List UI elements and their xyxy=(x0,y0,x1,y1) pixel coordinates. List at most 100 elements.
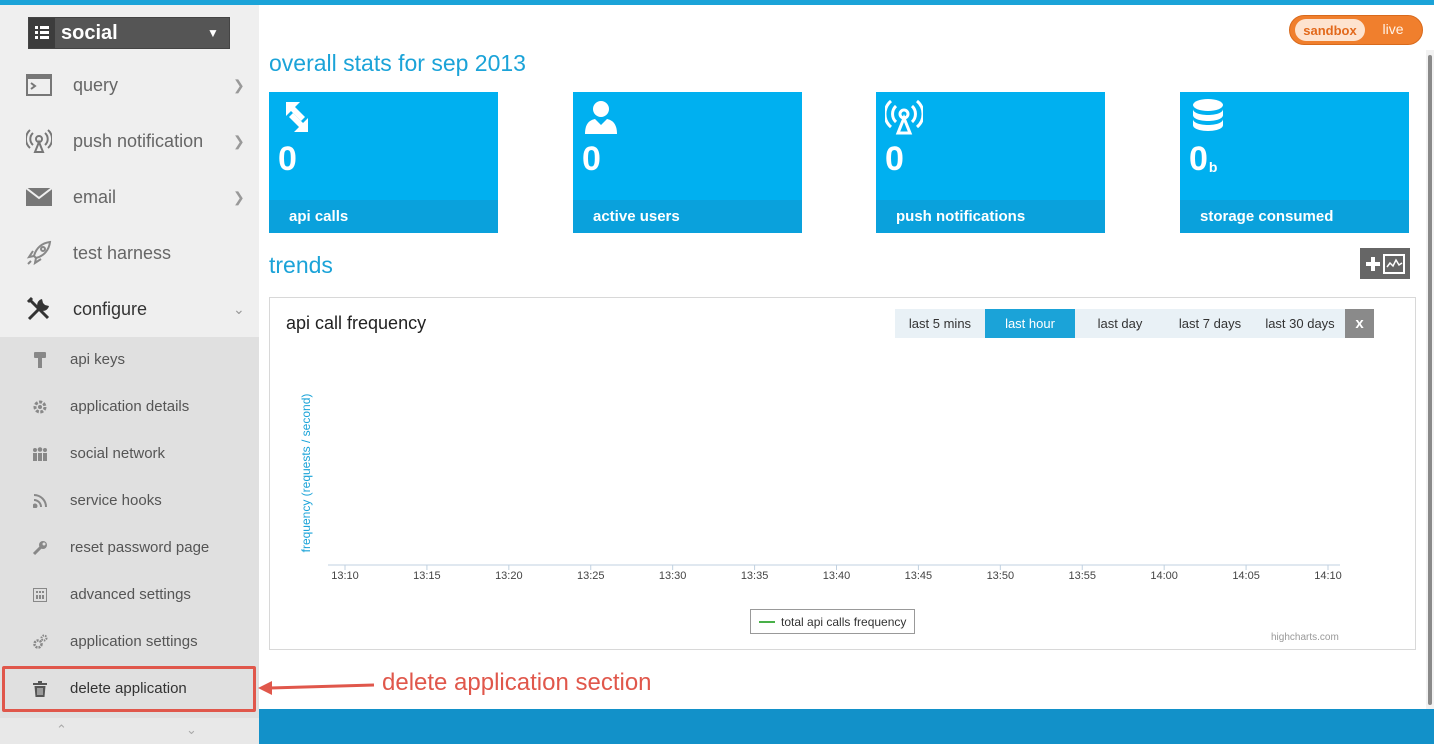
stat-tile-storage-consumed[interactable]: 0b storage consumed xyxy=(1180,92,1409,233)
chart-icon xyxy=(1382,253,1405,274)
nav-item-label: test harness xyxy=(73,242,172,263)
wrench-icon xyxy=(30,538,50,558)
range-button-last-7-days[interactable]: last 7 days xyxy=(1165,309,1255,338)
chevron-down-icon: ▼ xyxy=(207,26,219,40)
nav-item-label: email xyxy=(73,186,117,207)
sub-item-label: reset password page xyxy=(70,539,210,556)
rocket-icon xyxy=(24,238,54,268)
annotation-label: delete application section xyxy=(382,669,652,696)
y-axis-label: frequency (requests / second) xyxy=(299,394,313,553)
range-button-last-hour[interactable]: last hour xyxy=(985,309,1075,338)
stat-label: active users xyxy=(573,200,802,233)
sub-item-application-settings[interactable]: application settings xyxy=(0,618,259,665)
x-tick-label: 14:05 xyxy=(1232,570,1260,582)
chevron-right-icon: ❯ xyxy=(233,132,245,149)
chart-panel: 13:10 13:15 13:20 13:25 13:30 13:35 13:40 13:45… xyxy=(269,297,1416,650)
rss-icon xyxy=(30,491,50,511)
nav-item-push-notification[interactable]: push notification ❯ xyxy=(0,113,259,169)
sub-item-social-network[interactable]: social network xyxy=(0,430,259,477)
sub-item-label: api keys xyxy=(70,351,126,368)
x-tick-label: 13:15 xyxy=(413,570,441,582)
nav-item-query[interactable]: query ❯ xyxy=(0,57,259,113)
chevron-down-icon: ⌄ xyxy=(233,300,245,317)
env-sandbox-option[interactable]: sandbox xyxy=(1295,19,1365,41)
sub-item-label: advanced settings xyxy=(70,586,191,603)
sub-item-label: service hooks xyxy=(70,492,162,509)
range-button-last-day[interactable]: last day xyxy=(1075,309,1165,338)
x-tick-label: 13:35 xyxy=(741,570,769,582)
chevron-right-icon: ❯ xyxy=(233,76,245,93)
grid-icon xyxy=(29,18,55,48)
stat-label: api calls xyxy=(269,200,498,233)
overview-title: overall stats for sep 2013 xyxy=(269,50,526,76)
x-tick-label: 13:10 xyxy=(331,570,359,582)
legend-swatch xyxy=(759,620,775,623)
trends-title: trends xyxy=(269,252,333,278)
close-chart-button[interactable]: x xyxy=(1345,309,1374,338)
chart-legend[interactable]: total api calls frequency xyxy=(750,609,916,634)
chevron-up-icon[interactable]: ⌃ xyxy=(56,722,67,738)
x-tick-label: 13:50 xyxy=(987,570,1015,582)
env-live-option[interactable]: live xyxy=(1373,21,1413,37)
sidebar-footer: ⌃ ⌄ xyxy=(0,718,259,744)
footer-bar xyxy=(259,709,1434,744)
user-icon xyxy=(585,101,617,134)
nav-item-test-harness[interactable]: test harness xyxy=(0,225,259,281)
sub-item-api-keys[interactable]: api keys xyxy=(0,336,259,383)
x-tick-label: 13:30 xyxy=(659,570,687,582)
legend-label: total api calls frequency xyxy=(781,614,907,629)
stat-tile-active-users[interactable]: 0 active users xyxy=(573,92,802,233)
x-tick-label: 13:20 xyxy=(495,570,523,582)
x-tick-label: 13:45 xyxy=(905,570,933,582)
range-button-last-30-days[interactable]: last 30 days xyxy=(1255,309,1345,338)
stat-value: 0 xyxy=(278,140,297,178)
envelope-icon xyxy=(24,182,54,212)
chart-title: api call frequency xyxy=(286,313,427,333)
sub-item-label: application details xyxy=(70,398,190,415)
sub-item-application-details[interactable]: application details xyxy=(0,383,259,430)
tools-icon xyxy=(24,294,54,324)
arrows-icon xyxy=(286,102,308,132)
sub-item-label: social network xyxy=(70,445,166,462)
sub-item-service-hooks[interactable]: service hooks xyxy=(0,477,259,524)
broadcast-icon xyxy=(24,126,54,156)
nav-item-label: query xyxy=(73,74,119,95)
sub-item-advanced-settings[interactable]: advanced settings xyxy=(0,571,259,618)
chevron-right-icon: ❯ xyxy=(233,188,245,205)
broadcast-icon xyxy=(885,99,923,135)
chart-credit[interactable]: highcharts.com xyxy=(1271,632,1339,643)
nav-item-email[interactable]: email ❯ xyxy=(0,169,259,225)
calculator-icon xyxy=(30,585,50,605)
sidebar: social ▼ query ❯ push notification ❯ ema… xyxy=(0,5,259,744)
stat-tile-api-calls[interactable]: 0 api calls xyxy=(269,92,498,233)
gear-icon xyxy=(30,397,50,417)
stat-value: 0b xyxy=(1189,140,1218,178)
database-icon xyxy=(1193,99,1223,131)
stat-label: storage consumed xyxy=(1180,200,1409,233)
terminal-icon xyxy=(24,70,54,100)
x-tick-label: 13:55 xyxy=(1068,570,1096,582)
add-chart-button[interactable] xyxy=(1360,248,1410,279)
x-tick-label: 13:40 xyxy=(823,570,851,582)
nav-item-label: push notification xyxy=(73,130,204,151)
environment-toggle[interactable]: sandbox live xyxy=(1289,15,1423,45)
nav-item-configure[interactable]: configure ⌄ xyxy=(0,281,259,337)
app-selector[interactable]: social ▼ xyxy=(28,17,230,49)
chevron-down-icon[interactable]: ⌄ xyxy=(186,722,197,738)
key-icon xyxy=(30,350,50,370)
stat-label: push notifications xyxy=(876,200,1105,233)
stat-value: 0 xyxy=(885,140,904,178)
delete-application-highlight xyxy=(2,666,256,712)
chart-canvas: 13:10 13:15 13:20 13:25 13:30 13:35 13:40 13:45… xyxy=(299,394,1342,582)
plus-icon xyxy=(1365,256,1380,271)
range-button-last-5-mins[interactable]: last 5 mins xyxy=(895,309,985,338)
nav-item-label: configure xyxy=(73,298,148,319)
sub-item-reset-password-page[interactable]: reset password page xyxy=(0,524,259,571)
scrollbar-thumb[interactable] xyxy=(1428,55,1432,705)
stat-tile-push-notifications[interactable]: 0 push notifications xyxy=(876,92,1105,233)
annotation-arrow xyxy=(258,681,375,695)
app-selector-name: social xyxy=(61,21,118,44)
gears-icon xyxy=(30,632,50,652)
x-tick-label: 14:10 xyxy=(1314,570,1342,582)
x-tick-label: 14:00 xyxy=(1150,570,1178,582)
